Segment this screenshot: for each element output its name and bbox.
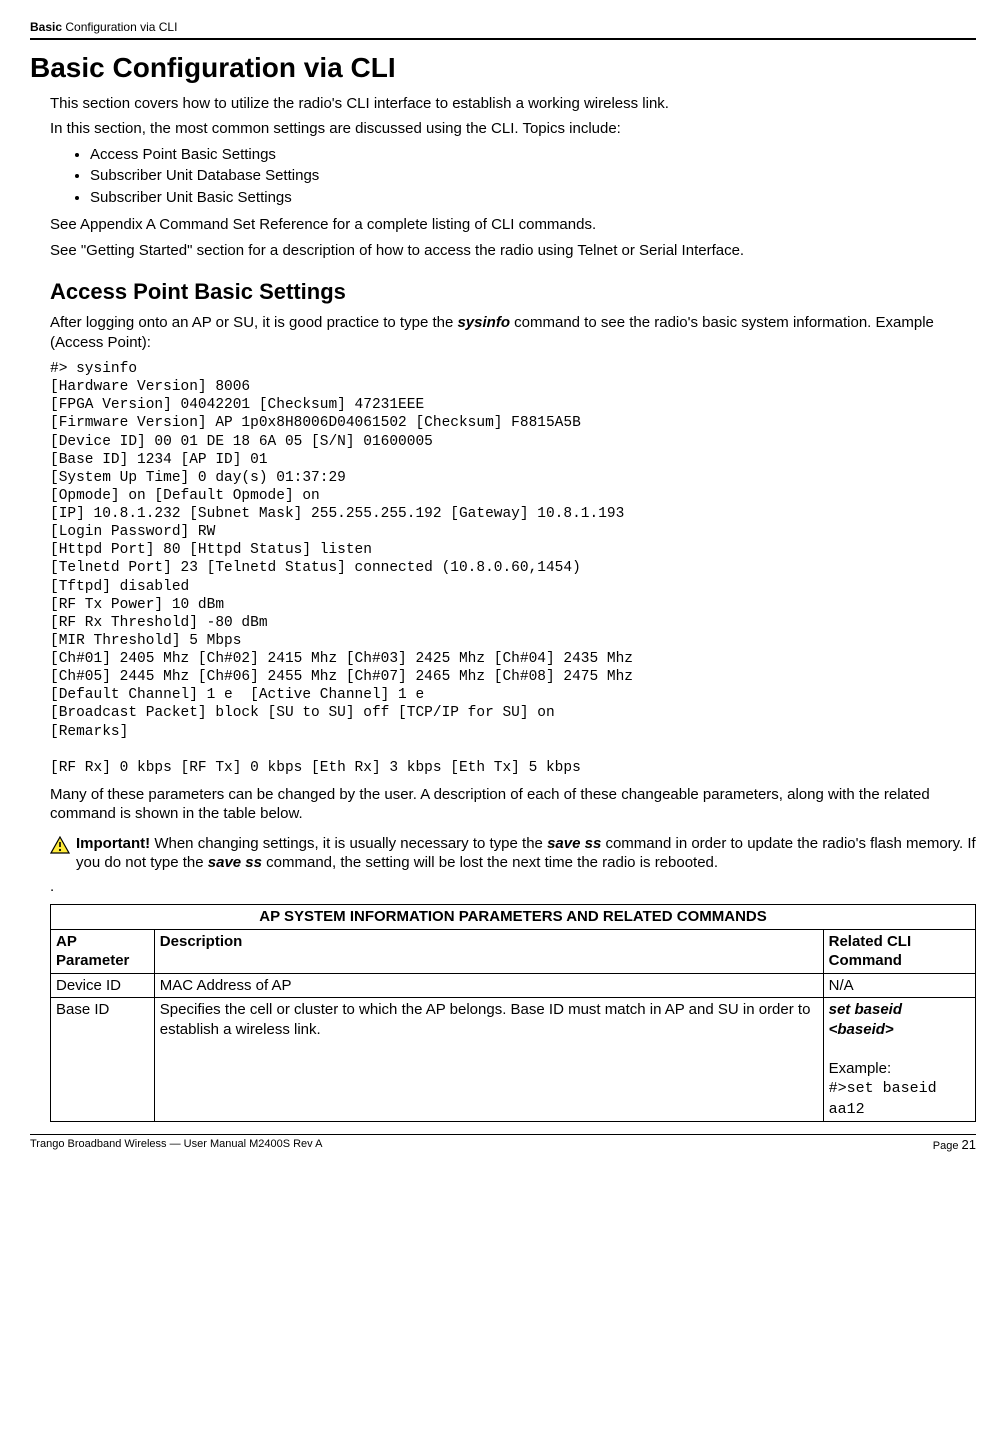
col-header-param: AP Parameter (51, 929, 155, 973)
important-text: Important! When changing settings, it is… (76, 834, 976, 873)
page-number: 21 (962, 1137, 976, 1152)
page-footer: Trango Broadband Wireless — User Manual … (30, 1134, 976, 1154)
save-ss-cmd-1: save ss (547, 835, 601, 852)
save-ss-cmd-2: save ss (208, 854, 262, 871)
cell-cmd: set baseid <baseid> Example: #>set basei… (823, 998, 975, 1122)
important-post: command, the setting will be lost the ne… (262, 854, 718, 871)
cmd-syntax: set baseid <baseid> (829, 1001, 902, 1038)
appendix-note: See Appendix A Command Set Reference for… (50, 215, 976, 235)
footer-page: Page 21 (933, 1137, 976, 1154)
page-title: Basic Configuration via CLI (30, 50, 976, 86)
cell-desc: Specifies the cell or cluster to which t… (154, 998, 823, 1122)
important-pre: When changing settings, it is usually ne… (150, 835, 547, 852)
cell-cmd: N/A (823, 973, 975, 998)
section-intro-pre: After logging onto an AP or SU, it is go… (50, 314, 457, 331)
warning-icon (50, 836, 70, 854)
example-label: Example: (829, 1060, 892, 1077)
post-code-paragraph: Many of these parameters can be changed … (50, 785, 976, 824)
table-row: Base ID Specifies the cell or cluster to… (51, 998, 976, 1122)
col-header-cmd: Related CLI Command (823, 929, 975, 973)
sysinfo-output: #> sysinfo [Hardware Version] 8006 [FPGA… (50, 360, 976, 777)
example-code: #>set baseid aa12 (829, 1080, 937, 1118)
cell-param: Device ID (51, 973, 155, 998)
col-header-desc: Description (154, 929, 823, 973)
topics-list: Access Point Basic Settings Subscriber U… (70, 145, 976, 208)
intro-paragraph-2: In this section, the most common setting… (50, 119, 976, 139)
section-intro: After logging onto an AP or SU, it is go… (50, 313, 976, 352)
cell-param: Base ID (51, 998, 155, 1122)
getting-started-note: See "Getting Started" section for a desc… (50, 241, 976, 261)
table-row: Device ID MAC Address of AP N/A (51, 973, 976, 998)
section-heading: Access Point Basic Settings (50, 278, 976, 307)
sysinfo-cmd: sysinfo (457, 314, 510, 331)
page-label: Page (933, 1140, 962, 1152)
parameters-table: AP SYSTEM INFORMATION PARAMETERS AND REL… (50, 904, 976, 1122)
list-item: Access Point Basic Settings (90, 145, 976, 165)
footer-left: Trango Broadband Wireless — User Manual … (30, 1137, 322, 1154)
intro-paragraph-1: This section covers how to utilize the r… (50, 94, 976, 114)
header-bold: Basic (30, 20, 62, 34)
list-item: Subscriber Unit Basic Settings (90, 188, 976, 208)
list-item: Subscriber Unit Database Settings (90, 166, 976, 186)
cell-desc: MAC Address of AP (154, 973, 823, 998)
header-rest: Configuration via CLI (62, 20, 177, 34)
page-header: Basic Configuration via CLI (30, 20, 976, 40)
table-title: AP SYSTEM INFORMATION PARAMETERS AND REL… (51, 905, 976, 930)
important-note: Important! When changing settings, it is… (50, 834, 976, 873)
important-label: Important! (76, 835, 150, 852)
stray-dot: . (50, 877, 976, 897)
